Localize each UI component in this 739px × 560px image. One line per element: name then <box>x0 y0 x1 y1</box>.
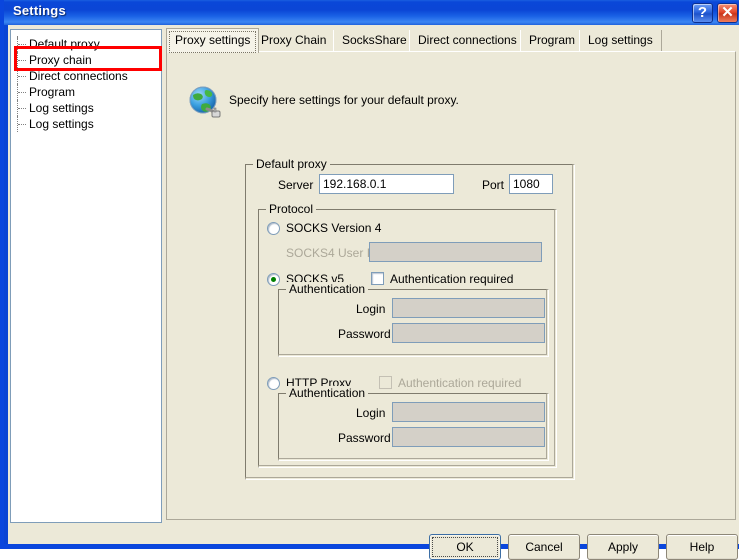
server-label: Server <box>278 178 314 192</box>
help-glyph: ? <box>697 4 708 21</box>
tab-label: Proxy Chain <box>261 33 327 47</box>
title-bar[interactable]: Settings ? ✕ <box>4 0 739 25</box>
settings-window: Settings ? ✕ Default proxy Proxy chain D… <box>0 0 739 560</box>
sidebar-item-direct-connections[interactable]: Direct connections <box>29 68 128 84</box>
ok-button-label: OK <box>456 540 474 554</box>
settings-tree[interactable]: Default proxy Proxy chain Direct connect… <box>10 29 162 523</box>
cancel-button-label: Cancel <box>525 540 563 554</box>
tree-connector <box>17 68 27 84</box>
sidebar-item-log-settings-2[interactable]: Log settings <box>29 116 94 132</box>
socks5-authentication-groupbox: Authentication Login Password <box>278 282 549 357</box>
help-button-label: Help <box>689 540 715 554</box>
panel-description: Specify here settings for your default p… <box>229 93 459 107</box>
http-login-label: Login <box>356 406 386 420</box>
http-password-input <box>392 427 545 447</box>
tree-connector <box>17 52 27 68</box>
ok-button[interactable]: OK <box>429 534 501 560</box>
port-label: Port <box>482 178 505 192</box>
apply-button-label: Apply <box>607 540 639 554</box>
close-glyph: ✕ <box>721 4 734 21</box>
radio-socks5[interactable] <box>267 273 280 286</box>
sidebar-item-label: Proxy chain <box>29 53 92 67</box>
socks5-auth-required-checkbox[interactable] <box>371 272 384 285</box>
tree-connector <box>17 100 27 116</box>
socks4-label: SOCKS Version 4 <box>286 221 382 235</box>
socks5-login-label: Login <box>356 302 386 316</box>
tab-strip: Proxy settings Proxy Chain SocksShare Di… <box>166 28 736 53</box>
protocol-legend: Protocol <box>266 202 317 216</box>
help-icon[interactable]: ? <box>692 3 713 23</box>
http-auth-required-checkbox <box>379 376 392 389</box>
http-login-input <box>392 402 545 422</box>
default-proxy-legend: Default proxy <box>253 157 330 171</box>
socks4-userid-input <box>369 242 542 262</box>
globe-network-icon <box>187 85 223 121</box>
protocol-groupbox: Protocol SOCKS Version 4 SOCKS4 User ID … <box>258 202 557 468</box>
socks5-login-input <box>392 298 545 318</box>
sidebar-item-proxy-chain[interactable]: Proxy chain <box>29 52 92 68</box>
close-icon[interactable]: ✕ <box>717 3 738 23</box>
tree-connector <box>17 116 27 132</box>
help-button[interactable]: Help <box>666 534 738 560</box>
sidebar-item-label: Program <box>29 85 76 99</box>
tab-label: Direct connections <box>418 33 517 47</box>
tab-proxy-settings[interactable]: Proxy settings <box>166 28 260 53</box>
http-auth-legend: Authentication <box>286 386 369 400</box>
radio-socks4[interactable] <box>267 222 280 235</box>
tab-label: Log settings <box>588 33 653 47</box>
sidebar-item-label: Log settings <box>29 101 94 115</box>
sidebar-item-label: Direct connections <box>29 69 128 83</box>
tab-direct-connections[interactable]: Direct connections <box>409 30 526 51</box>
radio-selected-dot <box>271 277 276 282</box>
window-title: Settings <box>13 3 66 18</box>
tab-label: SocksShare <box>342 33 407 47</box>
apply-button[interactable]: Apply <box>587 534 659 560</box>
http-authentication-groupbox: Authentication Login Password <box>278 386 549 461</box>
tab-socksshare[interactable]: SocksShare <box>333 30 416 51</box>
port-input[interactable]: 1080 <box>509 174 553 194</box>
tree-connector <box>17 36 27 52</box>
tab-program[interactable]: Program <box>520 30 585 51</box>
socks5-password-input <box>392 323 545 343</box>
proxy-settings-panel: Specify here settings for your default p… <box>166 51 736 520</box>
http-password-label: Password <box>338 431 391 445</box>
http-auth-required-label: Authentication required <box>398 376 522 390</box>
sidebar-item-label: Default proxy <box>29 37 100 51</box>
sidebar-item-log-settings-1[interactable]: Log settings <box>29 100 94 116</box>
socks5-password-label: Password <box>338 327 391 341</box>
default-proxy-groupbox: Default proxy Server 192.168.0.1 Port 10… <box>245 157 575 480</box>
socks4-userid-label: SOCKS4 User ID <box>286 246 379 260</box>
tab-label: Proxy settings <box>175 33 251 47</box>
cancel-button[interactable]: Cancel <box>508 534 580 560</box>
tab-label: Program <box>529 33 576 47</box>
sidebar-item-default-proxy[interactable]: Default proxy <box>29 36 100 52</box>
client-area: Default proxy Proxy chain Direct connect… <box>8 25 739 560</box>
server-input[interactable]: 192.168.0.1 <box>319 174 454 194</box>
tree-connector <box>17 84 27 100</box>
radio-http-proxy[interactable] <box>267 377 280 390</box>
sidebar-item-label: Log settings <box>29 117 94 131</box>
tab-proxy-chain[interactable]: Proxy Chain <box>252 30 336 51</box>
socks5-auth-required-label: Authentication required <box>390 272 514 286</box>
sidebar-item-program[interactable]: Program <box>29 84 75 100</box>
socks5-auth-legend: Authentication <box>286 282 369 296</box>
tab-log-settings[interactable]: Log settings <box>579 30 662 51</box>
